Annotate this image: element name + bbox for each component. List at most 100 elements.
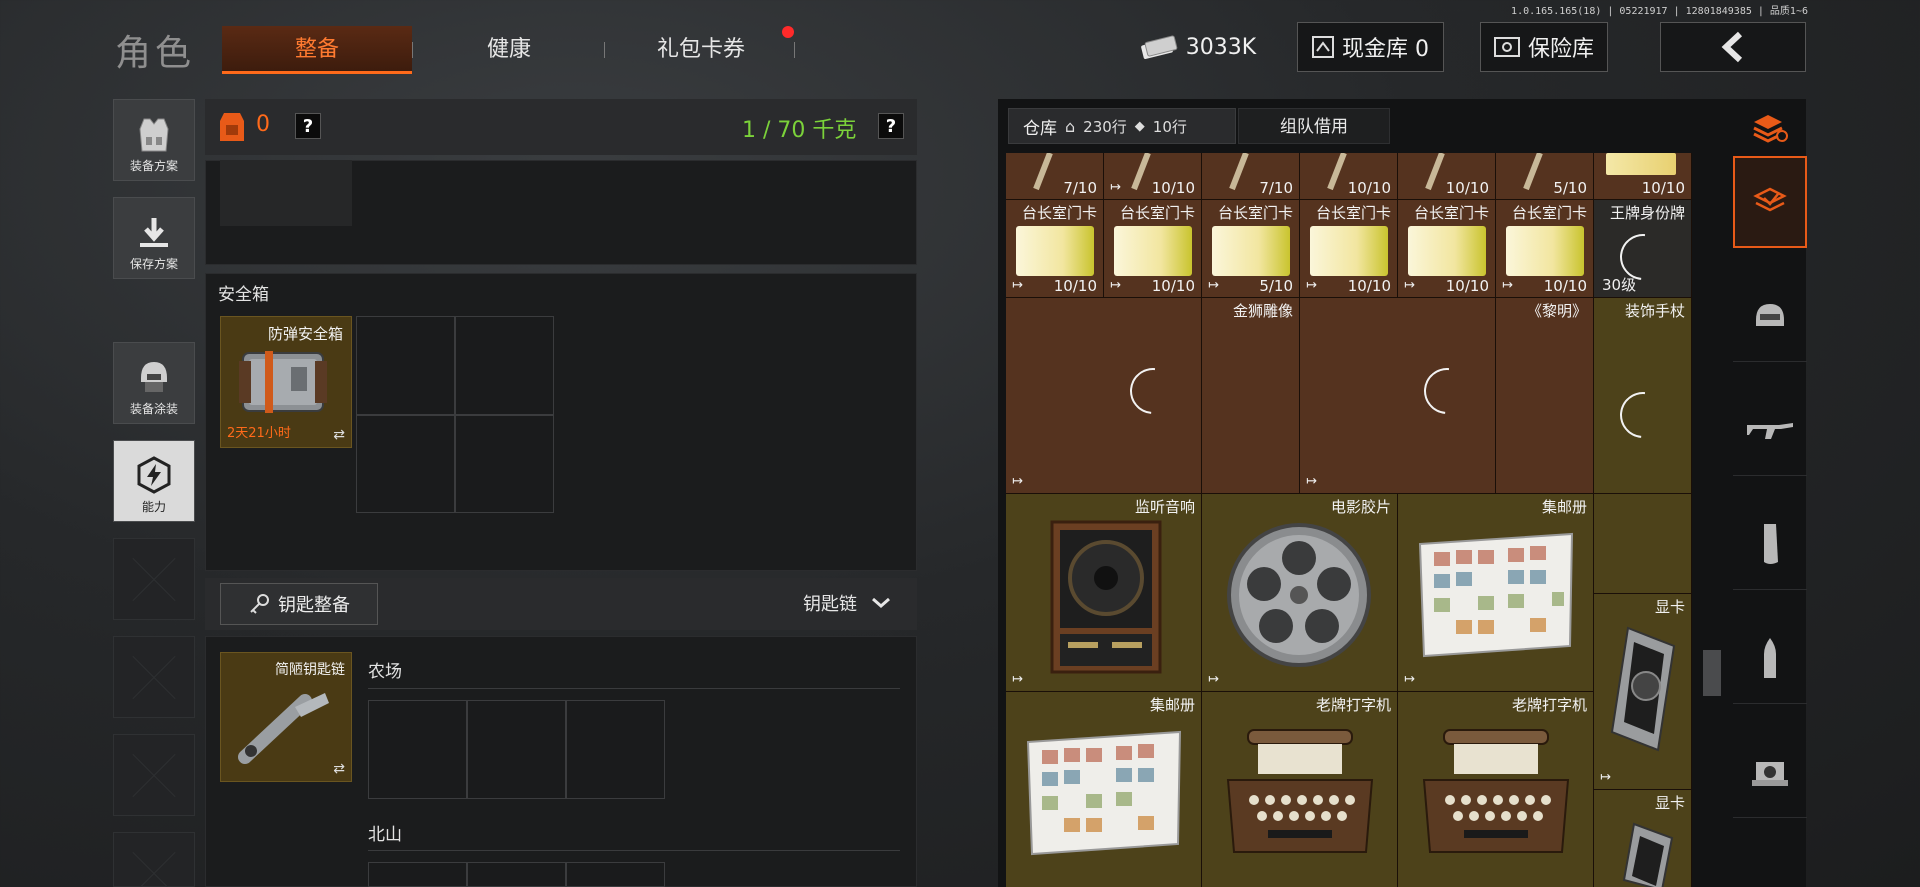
key-prepare-label: 钥匙整备 bbox=[278, 595, 350, 616]
stick-icon bbox=[1033, 153, 1053, 191]
extract-icon: ↦ bbox=[1110, 180, 1121, 195]
warehouse-item[interactable]: 装饰手杖 bbox=[1594, 298, 1692, 494]
warehouse-slot[interactable] bbox=[1594, 494, 1692, 594]
weight-help-button[interactable]: ? bbox=[878, 113, 904, 139]
version-text: 1.0.165.165(18) | 05221917 | 12801849385… bbox=[1511, 6, 1808, 17]
speaker-image-icon bbox=[1050, 520, 1162, 674]
farm-label: 农场 bbox=[368, 662, 402, 682]
safebox-slot[interactable] bbox=[455, 414, 554, 513]
tab-health[interactable]: 健康 bbox=[414, 26, 604, 74]
typewriter-image-icon bbox=[1226, 729, 1374, 853]
stack-refresh-icon bbox=[1753, 115, 1788, 143]
warehouse-item[interactable]: ↦ 10/10 bbox=[1104, 153, 1202, 200]
filter-weapon-button[interactable] bbox=[1733, 384, 1807, 476]
warehouse-item[interactable]: ↦ bbox=[1006, 298, 1202, 494]
helmet-icon bbox=[141, 362, 167, 392]
warehouse-item[interactable]: 台长室门卡 ↦ 10/10 bbox=[1398, 200, 1496, 298]
key-slot[interactable] bbox=[368, 700, 467, 799]
key-slot[interactable] bbox=[566, 862, 665, 887]
save-plan-button[interactable]: 保存方案 bbox=[113, 197, 195, 279]
card-icon bbox=[1016, 226, 1094, 276]
warehouse-item[interactable]: 电影胶片 ↦ bbox=[1202, 494, 1398, 692]
equipment-slot[interactable] bbox=[220, 160, 352, 226]
warehouse-tab-label: 仓库 bbox=[1023, 118, 1057, 139]
filter-helmet-button[interactable] bbox=[1733, 270, 1807, 362]
warehouse-item[interactable]: 台长室门卡 ↦ 5/10 bbox=[1202, 200, 1300, 298]
scrollbar-track[interactable] bbox=[1701, 153, 1723, 887]
key-slot[interactable] bbox=[368, 862, 467, 887]
gpu-image-icon bbox=[1622, 822, 1674, 887]
empty-slot bbox=[113, 636, 195, 718]
extract-icon: ↦ bbox=[1306, 278, 1317, 293]
card-icon bbox=[1606, 153, 1676, 175]
filter-magazine-button[interactable] bbox=[1733, 498, 1807, 590]
help-button[interactable]: ? bbox=[295, 113, 321, 139]
warehouse-item[interactable]: 集邮册 bbox=[1006, 692, 1202, 887]
scrollbar-thumb[interactable] bbox=[1703, 650, 1721, 696]
safebox-slot[interactable] bbox=[356, 316, 455, 415]
warehouse-item[interactable]: 监听音响 ↦ bbox=[1006, 494, 1202, 692]
warehouse-item[interactable]: 台长室门卡 ↦ 10/10 bbox=[1300, 200, 1398, 298]
warehouse-item[interactable]: 台长室门卡 ↦ 10/10 bbox=[1104, 200, 1202, 298]
warehouse-item[interactable]: 台长室门卡 ↦ 10/10 bbox=[1006, 200, 1104, 298]
keychain-dropdown[interactable]: 钥匙链 bbox=[803, 590, 891, 616]
warehouse-item[interactable]: 7/10 bbox=[1202, 153, 1300, 200]
warehouse-item[interactable]: 显卡 bbox=[1594, 790, 1692, 887]
filter-attachment-button[interactable] bbox=[1733, 726, 1807, 818]
sort-button[interactable] bbox=[1733, 99, 1807, 155]
key-prepare-button[interactable]: 钥匙整备 bbox=[220, 583, 378, 625]
safebox-slot[interactable] bbox=[455, 316, 554, 415]
equipment-skin-button[interactable]: 装备涂装 bbox=[113, 342, 195, 424]
gpu-image-icon bbox=[1610, 626, 1676, 752]
tab-team-borrow[interactable]: 组队借用 bbox=[1238, 108, 1390, 144]
warehouse-item[interactable]: 老牌打字机 bbox=[1398, 692, 1594, 887]
filter-ammo-button[interactable] bbox=[1733, 612, 1807, 704]
warehouse-item[interactable]: 7/10 bbox=[1006, 153, 1104, 200]
loadout-plan-button[interactable]: 装备方案 bbox=[113, 99, 195, 181]
key-slot[interactable] bbox=[467, 862, 566, 887]
empty-slot bbox=[113, 832, 195, 887]
safebox-title: 安全箱 bbox=[218, 285, 269, 305]
extract-icon: ↦ bbox=[1502, 278, 1513, 293]
warehouse-item[interactable]: ↦ bbox=[1300, 298, 1496, 494]
currency-display: 3033K bbox=[1133, 22, 1263, 72]
warehouse-item[interactable]: 台长室门卡 ↦ 10/10 bbox=[1496, 200, 1594, 298]
warehouse-item[interactable]: 10/10 bbox=[1300, 153, 1398, 200]
keychain-item[interactable]: 简陋钥匙链 ⇄ bbox=[220, 652, 352, 782]
ability-button[interactable]: 能力 bbox=[113, 440, 195, 522]
safe-vault-button[interactable]: 保险库 bbox=[1480, 22, 1608, 72]
page-title: 角色 bbox=[115, 33, 196, 74]
farm-key-grid bbox=[368, 700, 665, 799]
warehouse-item[interactable]: 10/10 bbox=[1398, 153, 1496, 200]
safebox-slot[interactable] bbox=[356, 414, 455, 513]
warehouse-item[interactable]: 金狮雕像 bbox=[1202, 298, 1300, 494]
warehouse-item[interactable]: 集邮册 ↦ bbox=[1398, 494, 1594, 692]
extract-icon: ↦ bbox=[1110, 278, 1121, 293]
warehouse-item[interactable]: 10/10 bbox=[1594, 153, 1692, 200]
warehouse-item[interactable]: 《黎明》 bbox=[1496, 298, 1594, 494]
tab-warehouse[interactable]: 仓库 ⌂ 230行 ◆ 10行 bbox=[1008, 108, 1236, 144]
warehouse-item[interactable]: 5/10 bbox=[1496, 153, 1594, 200]
filter-more-button[interactable] bbox=[1733, 840, 1807, 887]
sidebar-item-label: 装备方案 bbox=[129, 159, 178, 173]
warehouse-item[interactable]: 王牌身份牌 30级 bbox=[1594, 200, 1692, 298]
back-button[interactable] bbox=[1660, 22, 1806, 72]
stamp-album-image-icon bbox=[1418, 532, 1574, 658]
safebox-image-icon bbox=[239, 351, 327, 413]
sidebar-item-label: 能力 bbox=[141, 500, 166, 514]
tab-loadout[interactable]: 整备 bbox=[222, 26, 412, 74]
tab-coupons[interactable]: 礼包卡券 bbox=[606, 26, 796, 74]
warehouse-item[interactable]: 显卡 ↦ bbox=[1594, 594, 1692, 790]
key-slot[interactable] bbox=[467, 700, 566, 799]
safebox-item[interactable]: 防弹安全箱 2天21小时 ⇄ bbox=[220, 316, 352, 448]
stick-icon bbox=[1425, 153, 1445, 191]
filter-all-button[interactable] bbox=[1733, 156, 1807, 248]
card-icon bbox=[1114, 226, 1192, 276]
warehouse-item[interactable]: 老牌打字机 bbox=[1202, 692, 1398, 887]
cash-vault-button[interactable]: 现金库 0 bbox=[1297, 22, 1444, 72]
tag-icon: ◆ bbox=[1134, 118, 1145, 134]
key-slot[interactable] bbox=[566, 700, 665, 799]
weight-display: 1 / 70 千克 bbox=[742, 118, 857, 143]
north-mountain-label: 北山 bbox=[368, 825, 402, 845]
magazine-icon bbox=[1764, 523, 1778, 564]
